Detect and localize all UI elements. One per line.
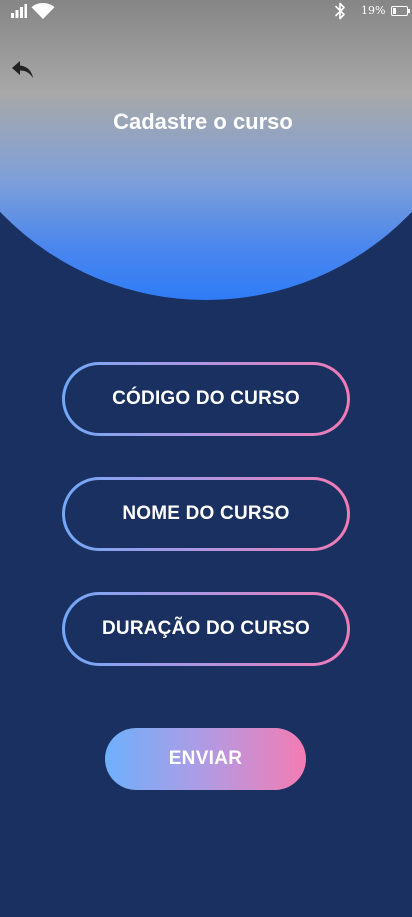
back-arrow-icon[interactable] bbox=[10, 58, 36, 82]
course-duration-placeholder: DURAÇÃO DO CURSO bbox=[102, 618, 310, 639]
course-name-placeholder: NOME DO CURSO bbox=[122, 503, 290, 524]
signal-icon bbox=[11, 4, 27, 18]
course-name-field[interactable]: NOME DO CURSO bbox=[62, 477, 350, 551]
submit-button-label: ENVIAR bbox=[168, 748, 243, 769]
status-bar: 19% bbox=[0, 0, 412, 24]
battery-icon bbox=[391, 6, 410, 16]
battery-percentage: 19% bbox=[361, 4, 386, 17]
submit-button[interactable]: ENVIAR bbox=[105, 728, 306, 790]
page-title: Cadastre o curso bbox=[113, 109, 293, 134]
header-gradient-circle bbox=[0, 0, 412, 300]
course-registration-screen: 19% Cadastre o curso CÓDIGO DO CURSO NOM… bbox=[0, 0, 412, 917]
course-duration-field[interactable]: DURAÇÃO DO CURSO bbox=[62, 592, 350, 666]
wifi-icon bbox=[31, 3, 55, 19]
course-code-field[interactable]: CÓDIGO DO CURSO bbox=[62, 362, 350, 436]
course-code-placeholder: CÓDIGO DO CURSO bbox=[112, 388, 300, 409]
bluetooth-icon bbox=[335, 2, 345, 20]
